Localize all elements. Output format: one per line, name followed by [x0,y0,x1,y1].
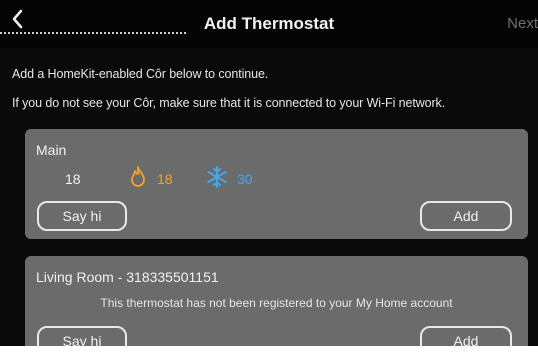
registration-note: This thermostat has not been registered … [100,296,453,310]
cool-setpoint: 30 [237,171,253,187]
bottom-edge [0,346,538,358]
instruction-text: Add a HomeKit-enabled Côr below to conti… [12,67,269,81]
instruction-hint: If you do not see your Côr, make sure th… [12,96,446,110]
say-hi-button[interactable]: Say hi [37,201,127,231]
device-name: Main [36,142,67,158]
page-title: Add Thermostat [203,14,335,33]
flame-icon [131,166,145,187]
device-card-main: Main 18 18 30 Say hi Add [25,129,528,239]
device-name: Living Room - 318335501151 [36,269,219,285]
device-card-living-room: Living Room - 318335501151 This thermost… [25,256,528,358]
heat-setpoint: 18 [157,171,173,187]
add-button[interactable]: Add [420,201,512,231]
next-button[interactable]: Next [507,15,538,32]
current-temperature: 18 [65,171,81,187]
snowflake-icon [207,166,227,188]
screen: Add Thermostat Next Add a HomeKit-enable… [0,0,538,358]
nav-bar: Add Thermostat Next [0,0,538,48]
